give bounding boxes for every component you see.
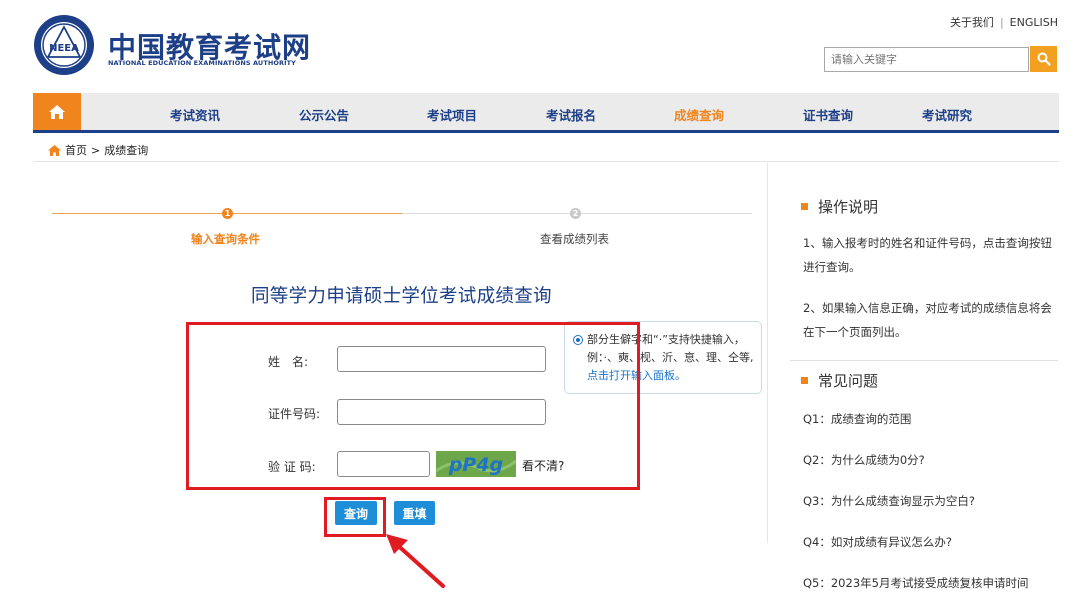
name-input[interactable]: [337, 346, 546, 372]
step-1-dot: 1: [222, 208, 233, 219]
english-link[interactable]: ENGLISH: [1010, 16, 1058, 29]
query-button[interactable]: 查询: [335, 501, 377, 525]
captcha-label: 验 证 码:: [268, 460, 316, 474]
nav-item-certificate-query[interactable]: 证书查询: [803, 105, 853, 124]
breadcrumb-separator: >: [91, 143, 101, 157]
nav-item-exam-projects[interactable]: 考试项目: [427, 105, 477, 124]
step-2-label: 查看成绩列表: [540, 232, 609, 246]
tip-open-keyboard-link[interactable]: 点击打开输入面板。: [587, 369, 686, 382]
sidebar-section-divider: [790, 360, 1058, 361]
annotation-arrow-icon: [386, 534, 445, 588]
reset-button[interactable]: 重填: [394, 501, 435, 525]
search-input[interactable]: [824, 47, 1029, 72]
sidebar-divider: [767, 163, 768, 543]
faq-item-5[interactable]: Q5：2023年5月考试接受成绩复核申请时间: [803, 575, 1028, 591]
nav-home-button[interactable]: [33, 93, 81, 130]
neea-seal-logo: NEEA: [34, 15, 94, 75]
breadcrumb-divider: [33, 161, 1059, 162]
faq-item-2[interactable]: Q2：为什么成绩为0分?: [803, 452, 925, 468]
logo-title-en: NATIONAL EDUCATION EXAMINATIONS AUTHORIT…: [108, 59, 296, 67]
tip-text: 部分生僻字和“·”支持快捷输入，例：·、奭、枧、沂、恴、理、仝等,: [587, 333, 754, 364]
faq-item-3[interactable]: Q3：为什么成绩查询显示为空白?: [803, 493, 975, 509]
tip-radio-icon: [573, 335, 583, 345]
breadcrumb-home[interactable]: 首页: [65, 142, 87, 158]
captcha-text: pP4g: [448, 454, 503, 476]
top-links: 关于我们 | ENGLISH: [950, 14, 1058, 30]
step-2-dot: 2: [570, 208, 581, 219]
nav-item-announcements[interactable]: 公示公告: [299, 105, 349, 124]
search-button[interactable]: [1030, 46, 1057, 72]
faq-title: 常见问题: [818, 372, 879, 390]
faq-item-4[interactable]: Q4：如对成绩有异议怎么办?: [803, 534, 952, 550]
breadcrumb-current: 成绩查询: [104, 144, 149, 157]
nav-item-exam-research[interactable]: 考试研究: [922, 105, 972, 124]
faq-heading: 常见问题: [801, 370, 878, 391]
captcha-input[interactable]: [337, 451, 430, 477]
home-icon: [48, 144, 61, 156]
instructions-title: 操作说明: [818, 198, 879, 216]
main-nav: 考试资讯 公示公告 考试项目 考试报名 成绩查询 证书查询 考试研究: [33, 93, 1059, 133]
step-1-label: 输入查询条件: [191, 232, 260, 246]
captcha-image[interactable]: pP4g: [436, 451, 516, 477]
nav-item-score-query[interactable]: 成绩查询: [674, 105, 724, 124]
instructions-heading: 操作说明: [801, 196, 878, 217]
faq-item-1[interactable]: Q1：成绩查询的范围: [803, 411, 911, 427]
id-number-input[interactable]: [337, 399, 546, 425]
name-label: 姓 名:: [268, 355, 309, 369]
home-icon: [49, 104, 65, 119]
input-tip-popover: 部分生僻字和“·”支持快捷输入，例：·、奭、枧、沂、恴、理、仝等, 点击打开输入面…: [564, 321, 762, 394]
square-bullet-icon: [801, 377, 808, 384]
instruction-1: 1、输入报考时的姓名和证件号码，点击查询按钮进行查询。: [803, 236, 1052, 274]
square-bullet-icon: [801, 203, 808, 210]
captcha-refresh-link[interactable]: 看不清?: [522, 457, 564, 474]
id-number-label: 证件号码:: [268, 407, 321, 421]
svg-text:NEEA: NEEA: [49, 43, 79, 54]
top-links-separator: |: [999, 16, 1004, 29]
search-icon: [1037, 52, 1051, 66]
nav-item-exam-news[interactable]: 考试资讯: [170, 105, 220, 124]
nav-item-registration[interactable]: 考试报名: [546, 105, 596, 124]
instruction-2: 2、如果输入信息正确，对应考试的成绩信息将会在下一个页面列出。: [803, 301, 1052, 339]
breadcrumb: 首页 > 成绩查询: [48, 142, 148, 158]
about-link[interactable]: 关于我们: [950, 16, 994, 29]
form-title: 同等学力申请硕士学位考试成绩查询: [251, 286, 552, 307]
